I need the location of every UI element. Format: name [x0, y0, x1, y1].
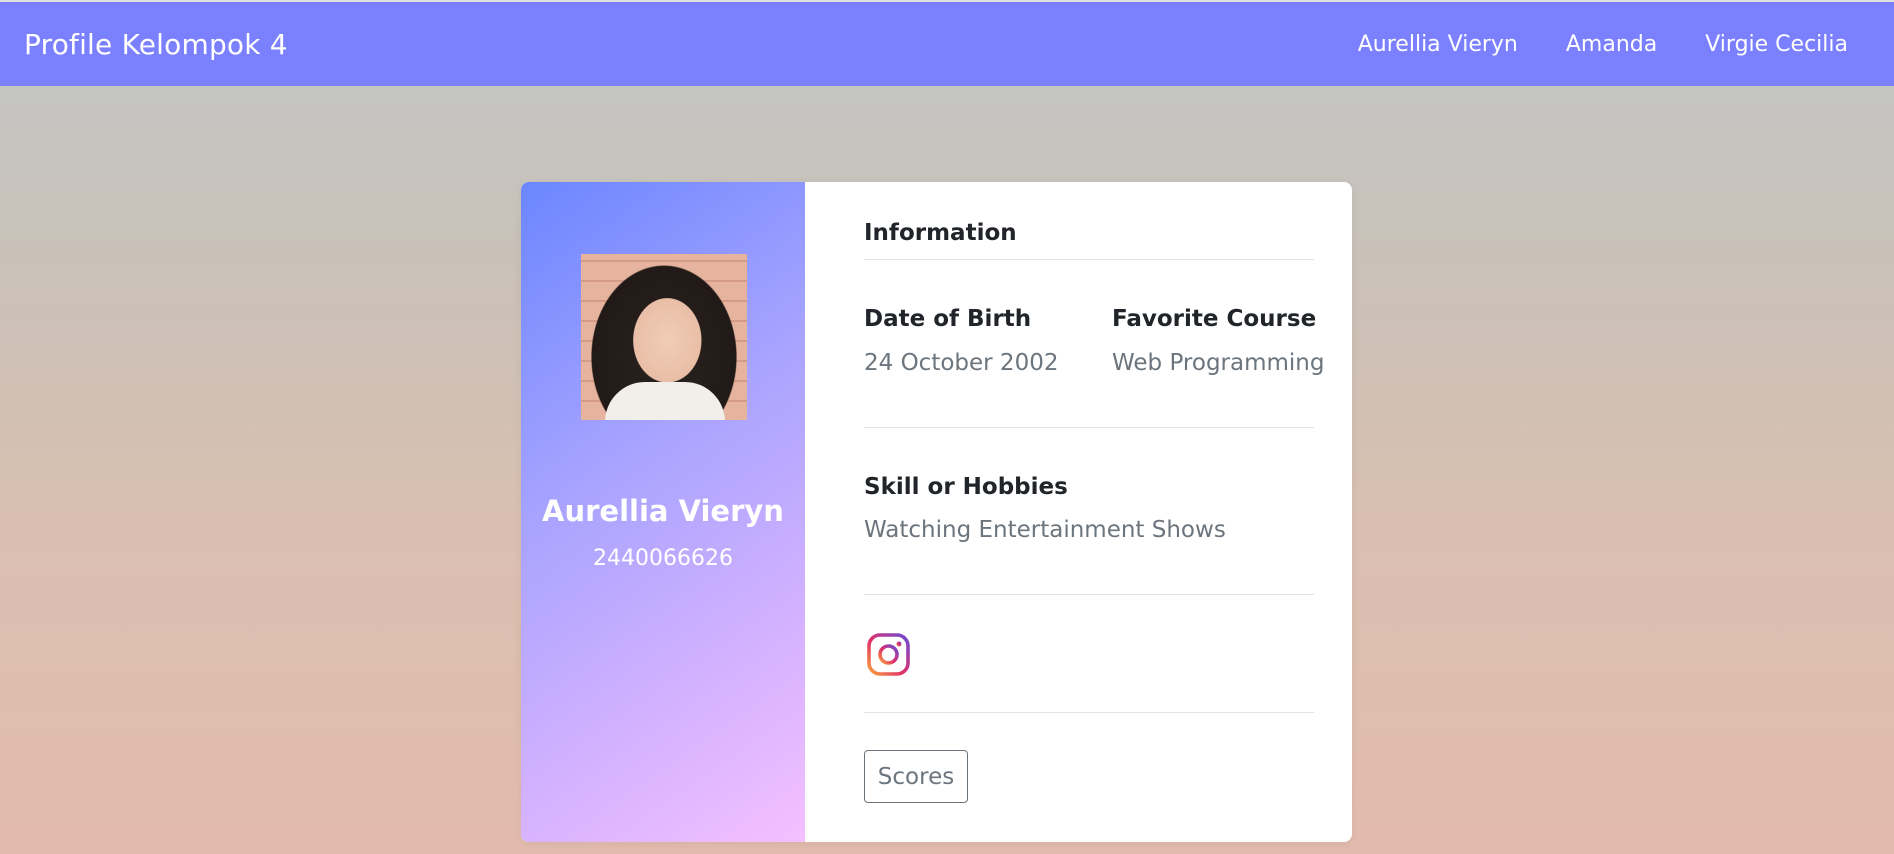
- scores-button[interactable]: Scores: [864, 750, 968, 803]
- nav-link-aurellia-vieryn[interactable]: Aurellia Vieryn: [1358, 32, 1518, 57]
- dob-label: Date of Birth: [864, 306, 1032, 332]
- course-value: Web Programming: [1112, 350, 1325, 376]
- skill-value: Watching Entertainment Shows: [864, 517, 1226, 543]
- profile-sidebar: Aurellia Vieryn 2440066626: [521, 182, 805, 842]
- profile-photo: [581, 254, 747, 420]
- nav-link-virgie-cecilia[interactable]: Virgie Cecilia: [1705, 32, 1848, 57]
- divider: [864, 594, 1314, 595]
- nav-link-amanda[interactable]: Amanda: [1566, 32, 1657, 57]
- instagram-icon[interactable]: [867, 633, 910, 676]
- nav-links: Aurellia Vieryn Amanda Virgie Cecilia: [1358, 32, 1870, 57]
- navbar-brand[interactable]: Profile Kelompok 4: [24, 28, 288, 61]
- divider: [864, 259, 1314, 260]
- photo-shirt: [605, 382, 725, 420]
- dob-value: 24 October 2002: [864, 350, 1059, 376]
- profile-card: Aurellia Vieryn 2440066626 Information D…: [521, 182, 1352, 842]
- course-label: Favorite Course: [1112, 306, 1317, 332]
- divider: [864, 712, 1314, 713]
- divider: [864, 427, 1314, 428]
- navbar: Profile Kelompok 4 Aurellia Vieryn Amand…: [0, 2, 1894, 86]
- profile-name: Aurellia Vieryn: [542, 494, 784, 528]
- section-title-information: Information: [864, 220, 1017, 246]
- skill-label: Skill or Hobbies: [864, 474, 1068, 500]
- profile-student-id: 2440066626: [593, 546, 733, 571]
